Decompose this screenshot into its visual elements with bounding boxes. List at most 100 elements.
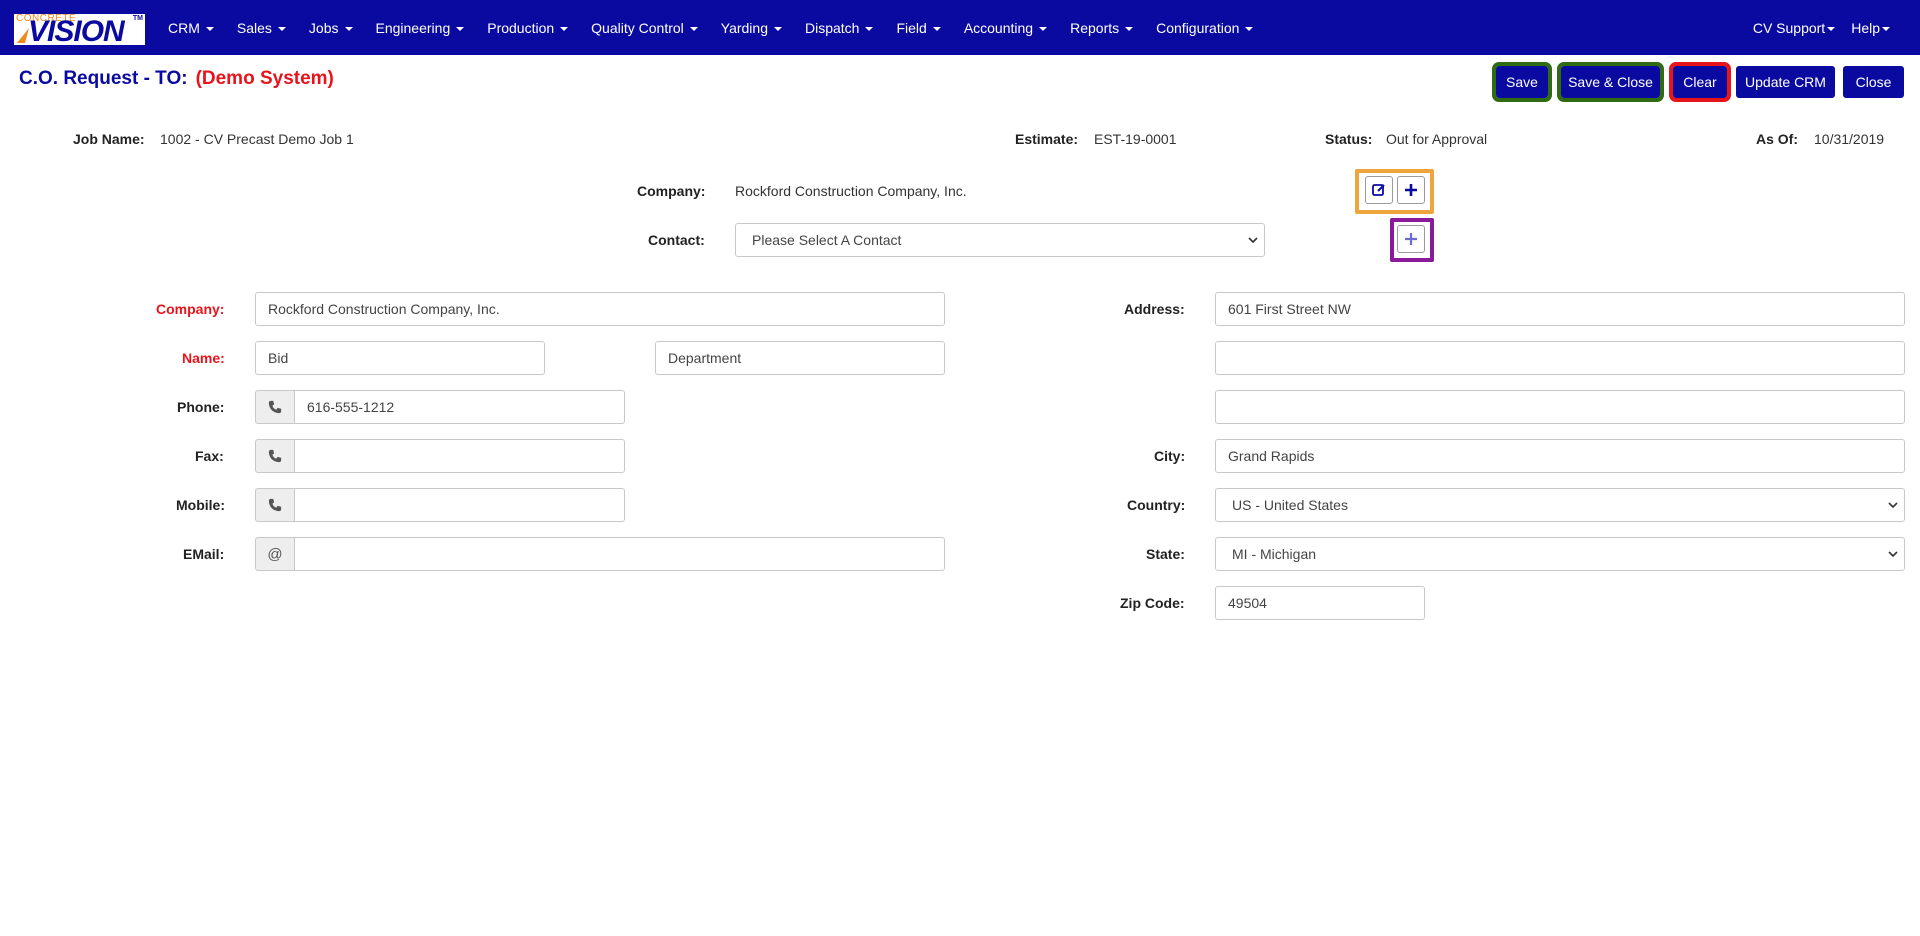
nav-reports[interactable]: Reports (1070, 20, 1142, 36)
demo-system-label: (Demo System) (195, 68, 334, 89)
zip-input[interactable]: 49504 (1215, 586, 1425, 620)
name-label: Name: (182, 350, 225, 366)
add-company-button[interactable] (1397, 176, 1425, 204)
department-input[interactable]: Department (655, 341, 945, 375)
nav-engineering-label: Engineering (375, 19, 451, 36)
status-label: Status: (1325, 131, 1373, 147)
nav-yarding[interactable]: Yarding (721, 20, 791, 36)
nav-yarding-label: Yarding (720, 19, 768, 36)
lookup-company-label: Company: (637, 183, 706, 199)
caret-down-icon (689, 26, 698, 31)
address-label: Address: (1124, 301, 1185, 317)
caret-down-icon (932, 26, 941, 31)
nav-configuration-label: Configuration (1156, 19, 1240, 36)
city-label: City: (1154, 448, 1186, 464)
plus-icon (1405, 184, 1417, 196)
fax-addon (255, 439, 295, 473)
nav-production[interactable]: Production (487, 20, 577, 36)
nav-help[interactable]: Help (1851, 20, 1890, 36)
add-contact-button[interactable] (1397, 225, 1425, 253)
nav-production-label: Production (487, 19, 555, 36)
nav-dispatch-label: Dispatch (804, 19, 860, 36)
nav-jobs[interactable]: Jobs (309, 20, 362, 36)
nav-dispatch[interactable]: Dispatch (805, 20, 882, 36)
caret-down-icon (344, 26, 353, 31)
update-crm-button[interactable]: Update CRM (1736, 66, 1835, 98)
nav-configuration[interactable]: Configuration (1156, 20, 1262, 36)
nav-quality-control[interactable]: Quality Control (591, 20, 707, 36)
main-menu: CRM Sales Jobs Engineering Production Qu… (168, 0, 1276, 55)
estimate-value: EST-19-0001 (1094, 131, 1177, 147)
page-title-text: C.O. Request - TO: (19, 68, 188, 89)
nav-sales[interactable]: Sales (237, 20, 295, 36)
nav-accounting[interactable]: Accounting (964, 20, 1056, 36)
contact-select[interactable]: Please Select A Contact (735, 223, 1265, 257)
lookup-company-value: Rockford Construction Company, Inc. (735, 183, 967, 199)
caret-down-icon (560, 26, 569, 31)
phone-icon (268, 449, 282, 463)
fax-input[interactable] (295, 439, 625, 473)
top-navbar: CONCRETE VISION TM CRM Sales Jobs Engine… (0, 0, 1920, 55)
nav-cv-support-label: CV Support (1752, 19, 1826, 36)
as-of-label: As Of: (1756, 131, 1798, 147)
clear-button[interactable]: Clear (1669, 62, 1731, 102)
status-value: Out for Approval (1386, 131, 1488, 147)
email-input[interactable] (295, 537, 945, 571)
caret-down-icon (277, 26, 286, 31)
chevron-down-icon (1888, 551, 1898, 558)
phone-icon (268, 400, 282, 414)
caret-down-icon (1125, 26, 1134, 31)
chevron-down-icon (1248, 237, 1258, 244)
company-input[interactable]: Rockford Construction Company, Inc. (255, 292, 945, 326)
phone-input[interactable]: 616-555-1212 (295, 390, 625, 424)
first-name-input[interactable]: Bid (255, 341, 545, 375)
email-addon: @ (255, 537, 295, 571)
close-button[interactable]: Close (1843, 66, 1904, 98)
nav-field[interactable]: Field (896, 20, 949, 36)
country-select-value: US - United States (1232, 497, 1348, 513)
nav-engineering[interactable]: Engineering (376, 20, 474, 36)
logo-big-text: VISION (28, 15, 125, 46)
address-line3-input[interactable] (1215, 390, 1905, 424)
phone-label: Phone: (177, 399, 225, 415)
nav-accounting-label: Accounting (963, 19, 1034, 36)
email-label: EMail: (183, 546, 225, 562)
nav-field-label: Field (896, 19, 927, 36)
country-label: Country: (1127, 497, 1186, 513)
phone-icon (268, 498, 282, 512)
address-line1-input[interactable]: 601 First Street NW (1215, 292, 1905, 326)
nav-help-label: Help (1851, 19, 1880, 36)
save-close-button[interactable]: Save & Close (1557, 62, 1664, 102)
mobile-addon (255, 488, 295, 522)
job-name-label: Job Name: (73, 131, 145, 147)
logo-trademark: TM (132, 15, 143, 22)
contact-select-value: Please Select A Contact (752, 232, 902, 248)
concrete-vision-logo[interactable]: CONCRETE VISION TM (14, 14, 145, 45)
nav-crm[interactable]: CRM (168, 20, 223, 36)
edit-icon (1372, 184, 1385, 196)
nav-quality-control-label: Quality Control (591, 19, 684, 36)
caret-down-icon (1827, 26, 1836, 31)
nav-crm-label: CRM (168, 19, 200, 36)
nav-reports-label: Reports (1070, 19, 1120, 36)
caret-down-icon (205, 26, 214, 31)
mobile-input[interactable] (295, 488, 625, 522)
country-select[interactable]: US - United States (1215, 488, 1905, 522)
address-line2-input[interactable] (1215, 341, 1905, 375)
chevron-down-icon (1888, 502, 1898, 509)
save-button[interactable]: Save (1492, 62, 1552, 102)
nav-jobs-label: Jobs (308, 19, 339, 36)
state-label: State: (1146, 546, 1185, 562)
city-input[interactable]: Grand Rapids (1215, 439, 1905, 473)
edit-company-button[interactable] (1365, 176, 1393, 204)
as-of-value: 10/31/2019 (1814, 131, 1885, 147)
right-menu: CV Support Help (1753, 0, 1890, 55)
nav-cv-support[interactable]: CV Support (1752, 19, 1836, 36)
caret-down-icon (1245, 26, 1254, 31)
caret-down-icon (1882, 26, 1890, 31)
caret-down-icon (1039, 26, 1048, 31)
caret-down-icon (456, 26, 465, 31)
estimate-label: Estimate: (1015, 131, 1079, 147)
state-select[interactable]: MI - Michigan (1215, 537, 1905, 571)
phone-addon (255, 390, 295, 424)
